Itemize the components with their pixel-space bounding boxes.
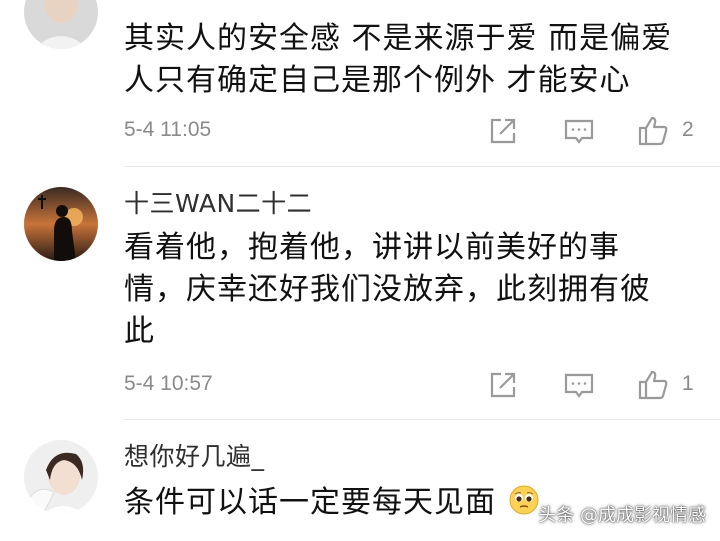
comment-text-line: 条件可以话一定要每天见面: [124, 485, 496, 520]
comment-text-line: 情，庆幸还好我们没放弃，此刻拥有彼: [124, 272, 651, 307]
comment-username[interactable]: 十三WAN二十二: [124, 189, 312, 219]
comment-feed: 其实人的安全感 不是来源于爱 而是偏爱 人只有确定自己是那个例外 才能安心 5-…: [0, 0, 720, 541]
comment-username[interactable]: 想你好几遍_: [124, 442, 265, 472]
pleading-face-emoji: [509, 485, 539, 515]
share-icon[interactable]: [486, 114, 520, 148]
thumbs-up-icon[interactable]: [636, 114, 670, 148]
comment-text-line: 人只有确定自己是那个例外 才能安心: [124, 63, 631, 98]
like-count: 2: [682, 118, 694, 141]
comment-meta: 5-4 10:57 1: [124, 368, 720, 404]
comment-timestamp: 5-4 10:57: [124, 372, 213, 395]
comment-icon[interactable]: [562, 114, 596, 148]
avatar[interactable]: [24, 0, 98, 49]
comment-text-line: 此: [124, 314, 155, 349]
comment-text-line: 看着他，抱着他，讲讲以前美好的事: [124, 230, 620, 265]
comment-item: 其实人的安全感 不是来源于爱 而是偏爱 人只有确定自己是那个例外 才能安心 5-…: [0, 0, 720, 165]
watermark: 头条 @成成影视情感: [538, 505, 706, 526]
thumbs-up-icon[interactable]: [636, 368, 670, 402]
comment-text: 其实人的安全感 不是来源于爱 而是偏爱 人只有确定自己是那个例外 才能安心: [124, 18, 694, 102]
comment-meta: 5-4 11:05 2: [124, 114, 720, 150]
share-icon[interactable]: [486, 368, 520, 402]
comment-item: 十三WAN二十二 看着他，抱着他，讲讲以前美好的事 情，庆幸还好我们没放弃，此刻…: [0, 167, 720, 419]
avatar[interactable]: [24, 187, 98, 261]
like-count: 1: [682, 372, 694, 395]
comment-timestamp: 5-4 11:05: [124, 118, 212, 141]
avatar[interactable]: [24, 440, 98, 514]
comment-icon[interactable]: [562, 368, 596, 402]
comment-text: 看着他，抱着他，讲讲以前美好的事 情，庆幸还好我们没放弃，此刻拥有彼 此: [124, 227, 694, 353]
comment-text-line: 其实人的安全感 不是来源于爱 而是偏爱: [124, 21, 673, 56]
